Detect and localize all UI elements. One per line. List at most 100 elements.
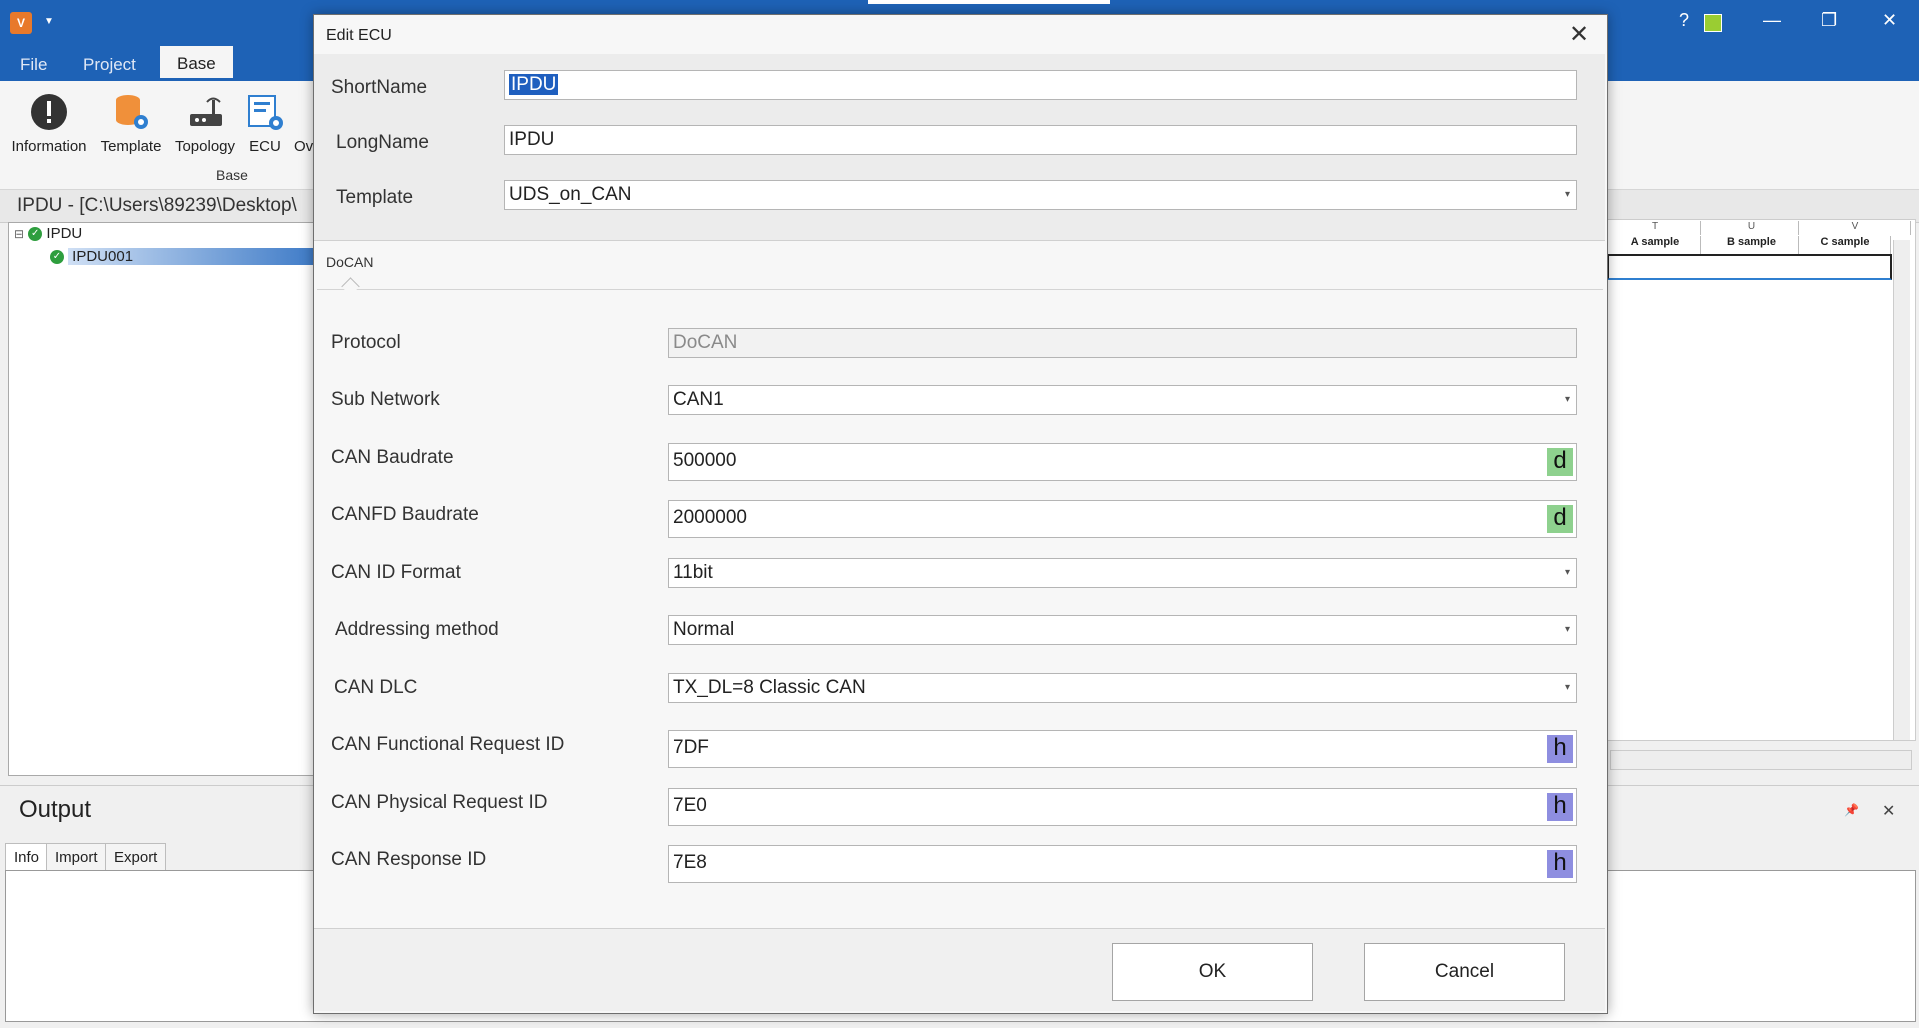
document-path: IPDU - [C:\Users\89239\Desktop\ [17, 195, 297, 216]
title-search-strip [868, 0, 1110, 4]
ribbon-group-label: Base [216, 167, 248, 183]
output-close-icon[interactable]: ✕ [1882, 801, 1895, 821]
addressing-method-dropdown[interactable]: Normal [668, 615, 1577, 645]
sub-network-label: Sub Network [331, 389, 440, 410]
addressing-method-label: Addressing method [335, 619, 499, 640]
template-label: Template [336, 187, 414, 208]
ecu-button[interactable]: ECU [245, 92, 285, 155]
tab-export[interactable]: Export [105, 843, 167, 872]
can-id-format-value: 11bit [673, 562, 713, 583]
pin-icon[interactable]: 📌 [1844, 803, 1859, 817]
can-functional-request-id-value: 7DF [673, 737, 709, 758]
decimal-format-icon[interactable]: d [1547, 505, 1573, 533]
hex-format-icon[interactable]: h [1547, 850, 1573, 878]
tree-expander-icon[interactable]: ⊟ [14, 227, 24, 241]
can-response-id-field[interactable]: 7E8 h [668, 845, 1577, 883]
database-gear-icon [111, 92, 151, 132]
ecu-gear-icon [245, 92, 285, 132]
column-header[interactable]: A sample [1610, 236, 1701, 254]
can-baudrate-field[interactable]: 500000 d [668, 443, 1577, 481]
column-header[interactable]: B sample [1705, 236, 1799, 254]
horizontal-scrollbar[interactable] [1610, 750, 1912, 770]
tree-node-label: IPDU [46, 225, 83, 242]
dialog-close-icon[interactable]: ✕ [1569, 20, 1589, 49]
template-label: Template [100, 138, 162, 155]
can-response-id-label: CAN Response ID [331, 849, 487, 870]
can-baudrate-value: 500000 [673, 450, 737, 471]
information-label: Information [11, 138, 87, 155]
can-functional-request-id-label: CAN Functional Request ID [331, 734, 565, 755]
canfd-baudrate-field[interactable]: 2000000 d [668, 500, 1577, 538]
tree-node-label: IPDU001 [68, 248, 324, 265]
hex-format-icon[interactable]: h [1547, 793, 1573, 821]
close-button[interactable]: ✕ [1882, 10, 1897, 31]
tree-node-ipdu001[interactable]: ✓ IPDU001 [50, 247, 324, 267]
check-circle-icon: ✓ [28, 227, 43, 242]
ecu-label: ECU [249, 138, 281, 155]
can-dlc-label: CAN DLC [334, 677, 418, 698]
protocol-field: DoCAN [668, 328, 1577, 358]
can-baudrate-label: CAN Baudrate [331, 447, 454, 468]
shortname-value: IPDU [509, 74, 559, 95]
check-circle-icon: ✓ [50, 250, 64, 265]
shortname-label: ShortName [331, 77, 428, 98]
help-icon[interactable]: ? [1679, 10, 1689, 31]
tab-info[interactable]: Info [5, 843, 49, 872]
longname-label: LongName [336, 132, 429, 153]
tab-import[interactable]: Import [46, 843, 107, 872]
overview-icon [294, 92, 314, 132]
column-header[interactable]: C sample [1800, 236, 1891, 254]
ok-button[interactable]: OK [1112, 943, 1313, 1001]
can-functional-request-id-field[interactable]: 7DF h [668, 730, 1577, 768]
sub-network-value: CAN1 [673, 389, 724, 410]
can-dlc-dropdown[interactable]: TX_DL=8 Classic CAN [668, 673, 1577, 703]
app-logo[interactable]: V [10, 12, 32, 34]
project-tree[interactable] [8, 222, 320, 776]
canfd-baudrate-label: CANFD Baudrate [331, 504, 479, 525]
tab-base[interactable]: Base [160, 46, 233, 81]
dialog-title: Edit ECU [326, 27, 392, 44]
column-letter: T [1610, 221, 1701, 235]
tab-file[interactable]: File [10, 52, 57, 78]
information-button[interactable]: Information [9, 92, 89, 155]
can-physical-request-id-value: 7E0 [673, 795, 707, 816]
minimize-button[interactable]: — [1763, 10, 1781, 31]
tree-node-ipdu[interactable]: ⊟ ✓ IPDU [14, 224, 82, 244]
topology-button[interactable]: Topology [170, 92, 240, 155]
canfd-baudrate-value: 2000000 [673, 507, 747, 528]
topology-label: Topology [174, 138, 236, 155]
can-response-id-value: 7E8 [673, 852, 707, 873]
router-icon [185, 92, 225, 132]
can-physical-request-id-label: CAN Physical Request ID [331, 792, 548, 813]
quick-access-dropdown-icon[interactable]: ▼ [44, 16, 54, 27]
shortname-field[interactable]: IPDU [504, 70, 1577, 100]
selected-cell[interactable] [1607, 254, 1892, 280]
status-check-icon[interactable] [1704, 14, 1722, 32]
spreadsheet-grid[interactable] [1606, 219, 1916, 741]
longname-field[interactable]: IPDU [504, 125, 1577, 155]
sub-network-dropdown[interactable]: CAN1 [668, 385, 1577, 415]
template-dropdown[interactable]: UDS_on_CAN [504, 180, 1577, 210]
tab-project[interactable]: Project [73, 52, 146, 78]
overview-label: Ov [294, 138, 314, 155]
template-value: UDS_on_CAN [509, 184, 632, 205]
tab-divider [317, 289, 1603, 290]
decimal-format-icon[interactable]: d [1547, 448, 1573, 476]
information-icon [29, 92, 69, 132]
can-physical-request-id-field[interactable]: 7E0 h [668, 788, 1577, 826]
can-id-format-label: CAN ID Format [331, 562, 461, 583]
can-id-format-dropdown[interactable]: 11bit [668, 558, 1577, 588]
overview-button[interactable]: Ov [294, 92, 314, 155]
tab-docan[interactable]: DoCAN [326, 254, 373, 270]
output-title: Output [19, 796, 92, 823]
template-button[interactable]: Template [96, 92, 166, 155]
addressing-method-value: Normal [673, 619, 735, 640]
restore-button[interactable]: ❐ [1821, 10, 1837, 31]
column-letter: V [1800, 221, 1911, 235]
cancel-button[interactable]: Cancel [1364, 943, 1565, 1001]
vertical-scrollbar[interactable] [1893, 240, 1910, 740]
can-dlc-value: TX_DL=8 Classic CAN [673, 677, 866, 698]
hex-format-icon[interactable]: h [1547, 735, 1573, 763]
column-letter: U [1705, 221, 1799, 235]
protocol-label: Protocol [331, 332, 401, 353]
